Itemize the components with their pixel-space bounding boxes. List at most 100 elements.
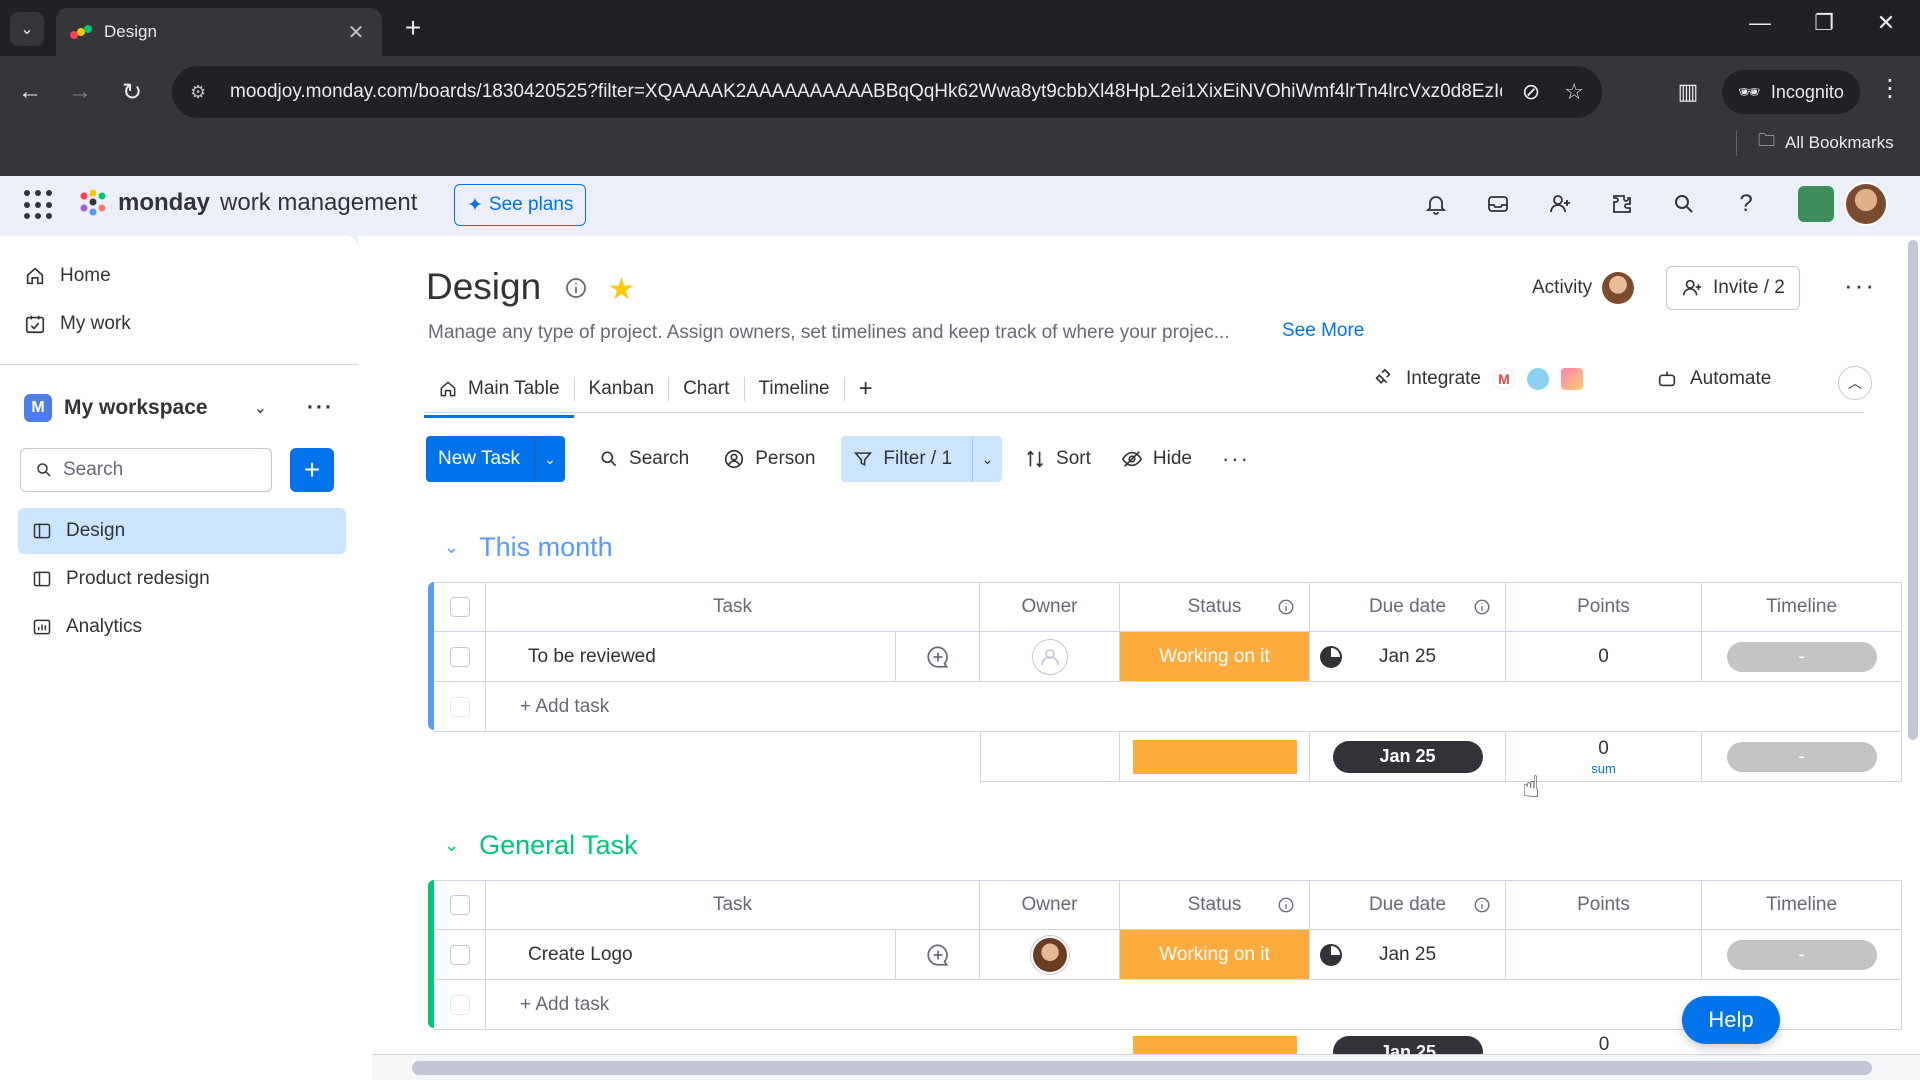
tab-main-table[interactable]: Main Table (424, 368, 574, 418)
column-header-owner[interactable]: Owner (980, 880, 1120, 930)
chevron-down-icon[interactable]: ⌄ (254, 398, 267, 418)
owner-avatar[interactable] (1030, 935, 1069, 974)
new-task-dropdown-icon[interactable]: ⌄ (535, 451, 565, 468)
sidebar-board-design[interactable]: Design (18, 508, 346, 554)
forward-icon[interactable]: → (62, 74, 98, 110)
row-select-cell[interactable] (434, 632, 486, 682)
add-task-input[interactable]: + Add task (486, 682, 1902, 732)
timeline-pill[interactable]: - (1726, 939, 1877, 970)
more-actions-icon[interactable]: ··· (1210, 436, 1262, 482)
select-all-cell[interactable] (434, 880, 486, 930)
info-icon[interactable] (1473, 598, 1491, 616)
favorite-star-icon[interactable]: ★ (608, 272, 635, 307)
timeline-cell[interactable]: - (1702, 930, 1902, 980)
add-update-cell[interactable] (896, 930, 980, 980)
side-panel-icon[interactable]: ▥ (1670, 74, 1706, 110)
column-header-points[interactable]: Points (1506, 880, 1702, 930)
add-view-icon[interactable]: + (845, 368, 887, 410)
new-task-label[interactable]: New Task (426, 436, 536, 482)
column-header-task[interactable]: Task (486, 582, 980, 632)
filter-button[interactable]: Filter / 1 ⌄ (841, 436, 1003, 482)
app-switcher-icon[interactable] (24, 190, 54, 220)
points-cell[interactable]: 0 (1506, 632, 1702, 682)
column-header-task[interactable]: Task (486, 880, 980, 930)
apps-marketplace-icon[interactable] (1606, 188, 1638, 220)
workspace-more-icon[interactable]: ··· (307, 396, 334, 420)
add-update-icon[interactable] (925, 644, 951, 670)
info-icon[interactable] (1277, 896, 1295, 914)
tab-chart[interactable]: Chart (669, 368, 743, 410)
status-summary-bar[interactable] (1132, 739, 1297, 774)
group-header-general-task[interactable]: ⌄ General Task (444, 830, 638, 861)
tab-search-button[interactable]: ⌄ (10, 12, 44, 46)
status-cell[interactable]: Working on it (1120, 632, 1310, 682)
table-row[interactable]: Create Logo Working on it Jan 25 - (428, 930, 1916, 980)
column-header-status[interactable]: Status (1120, 880, 1310, 930)
sidebar-search-input[interactable]: Search (20, 448, 272, 492)
see-more-link[interactable]: See More (1282, 320, 1364, 342)
search-button[interactable]: Search (587, 436, 701, 482)
sort-button[interactable]: Sort (1012, 436, 1103, 482)
chevron-down-icon[interactable]: ⌄ (444, 537, 459, 558)
all-bookmarks-button[interactable]: 🗀 All Bookmarks (1758, 128, 1894, 157)
empty-person-icon[interactable] (1031, 638, 1068, 675)
info-icon[interactable] (1473, 896, 1491, 914)
column-header-owner[interactable]: Owner (980, 582, 1120, 632)
workspace-selector[interactable]: M My workspace ⌄ ··· (24, 388, 334, 428)
info-icon[interactable] (1277, 598, 1295, 616)
person-filter-button[interactable]: Person (711, 436, 827, 482)
tab-kanban[interactable]: Kanban (575, 368, 669, 410)
task-name-cell[interactable]: Create Logo (486, 930, 896, 980)
timeline-cell[interactable]: - (1702, 632, 1902, 682)
tab-timeline[interactable]: Timeline (745, 368, 844, 410)
add-item-button[interactable]: + (290, 448, 334, 492)
timeline-pill[interactable]: - (1726, 641, 1877, 672)
search-icon[interactable] (1668, 188, 1700, 220)
group-title[interactable]: This month (479, 532, 613, 563)
invite-button[interactable]: Invite / 2 (1666, 266, 1800, 310)
timeline-summary-pill[interactable]: - (1726, 741, 1877, 772)
help-icon[interactable]: ? (1730, 188, 1762, 220)
due-date-cell[interactable]: Jan 25 (1310, 930, 1506, 980)
timeline-summary-cell[interactable]: - (1702, 732, 1902, 782)
status-summary-cell[interactable] (1120, 732, 1310, 782)
row-select-cell[interactable] (434, 930, 486, 980)
column-header-timeline[interactable]: Timeline (1702, 582, 1902, 632)
select-all-checkbox[interactable] (449, 895, 470, 915)
inbox-icon[interactable] (1482, 188, 1514, 220)
monday-logo[interactable]: monday work management (78, 188, 417, 218)
info-icon[interactable] (564, 276, 588, 305)
horizontal-scrollbar-thumb[interactable] (412, 1061, 1872, 1075)
workspace-apps-icon[interactable] (1798, 186, 1834, 222)
sidebar-board-analytics[interactable]: Analytics (18, 604, 346, 650)
points-cell[interactable] (1506, 930, 1702, 980)
sidebar-my-work[interactable]: My work (24, 306, 131, 342)
due-date-summary-pill[interactable]: Jan 25 (1332, 740, 1483, 773)
column-header-points[interactable]: Points (1506, 582, 1702, 632)
incognito-indicator[interactable]: 🕶 Incognito (1722, 70, 1860, 114)
sidebar-board-product-redesign[interactable]: Product redesign (18, 556, 346, 602)
chrome-menu-icon[interactable]: ⋮ (1872, 74, 1908, 103)
vertical-scrollbar[interactable] (1908, 240, 1918, 740)
board-title[interactable]: Design (426, 266, 541, 308)
filter-dropdown-icon[interactable]: ⌄ (972, 436, 1002, 482)
due-date-summary-cell[interactable]: Jan 25 (1310, 732, 1506, 782)
hide-button[interactable]: Hide (1109, 436, 1204, 482)
new-tab-button[interactable]: + (398, 12, 428, 44)
column-header-due-date[interactable]: Due date (1310, 880, 1506, 930)
group-title[interactable]: General Task (479, 830, 638, 861)
new-task-button[interactable]: New Task ⌄ (426, 436, 566, 482)
chevron-down-icon[interactable]: ⌄ (444, 835, 459, 856)
address-bar[interactable]: ⚙ moodjoy.monday.com/boards/1830420525?f… (172, 66, 1602, 118)
select-all-checkbox[interactable] (449, 597, 470, 617)
invite-members-icon[interactable] (1544, 188, 1576, 220)
add-update-icon[interactable] (925, 942, 951, 968)
add-update-cell[interactable] (896, 632, 980, 682)
status-cell[interactable]: Working on it (1120, 930, 1310, 980)
sidebar-home[interactable]: Home (24, 258, 111, 294)
notifications-bell-icon[interactable] (1420, 188, 1452, 220)
select-all-cell[interactable] (434, 582, 486, 632)
points-sum-label[interactable]: sum (1591, 762, 1616, 775)
group-header-this-month[interactable]: ⌄ This month (444, 532, 613, 563)
activity-button[interactable]: Activity (1532, 272, 1635, 304)
